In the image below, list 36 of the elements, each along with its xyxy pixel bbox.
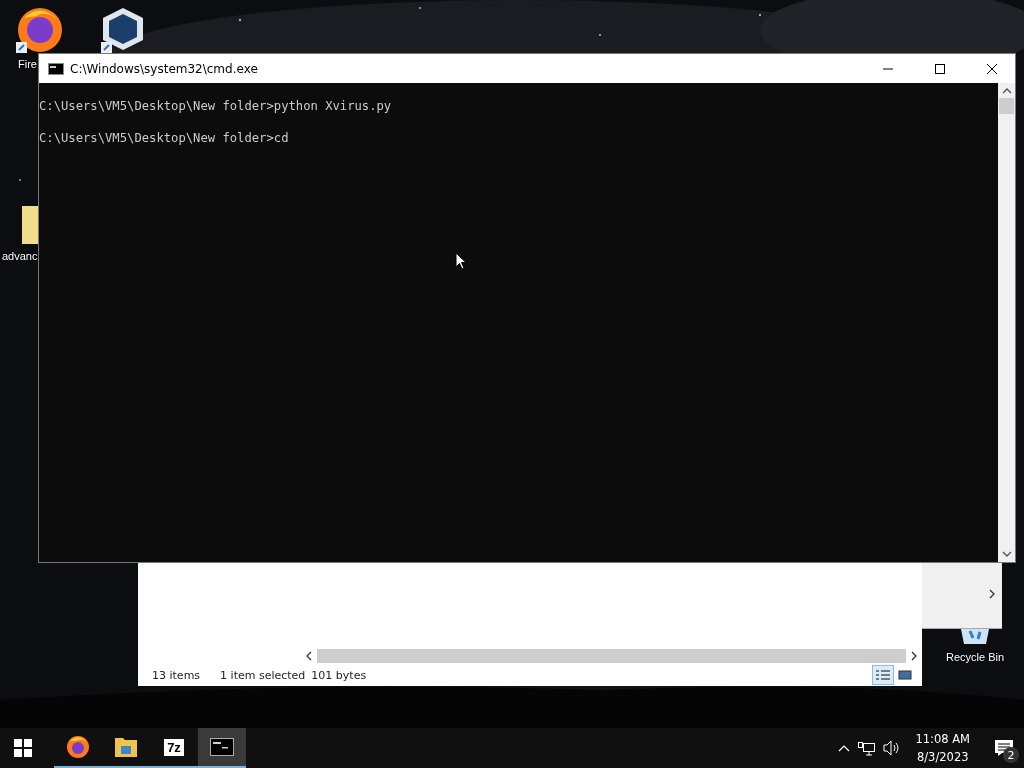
terminal-line: C:\Users\VM5\Desktop\New folder>cd [39, 131, 290, 147]
clock-date: 8/3/2023 [916, 749, 969, 766]
desktop-icon-label: Fire [18, 58, 37, 70]
scrollbar-thumb[interactable] [317, 648, 906, 663]
desktop-icon-label: advanc [2, 250, 38, 262]
terminal-icon [48, 62, 64, 75]
network-icon[interactable] [858, 740, 876, 756]
recycle-bin-icon[interactable] [958, 629, 992, 645]
notification-count-badge: 2 [1003, 747, 1019, 763]
browser-icon [66, 735, 90, 759]
details-list-icon [875, 669, 891, 681]
terminal-icon [210, 738, 234, 756]
window-title: C:\Windows\system32\cmd.exe [70, 61, 258, 76]
speaker-icon[interactable] [883, 740, 902, 756]
folder-icon [114, 736, 138, 758]
browser-shortcut-icon[interactable] [14, 6, 64, 54]
close-icon [986, 62, 998, 75]
terminal-line: C:\Users\VM5\Desktop\New folder>python Xvirus.py [39, 99, 393, 115]
image-thumbnail-icon [898, 669, 912, 681]
chevron-left-icon[interactable] [305, 650, 313, 661]
desktop-icon-label: Recycle Bin [945, 651, 1005, 663]
scrollbar-thumb[interactable] [999, 98, 1014, 114]
chevron-down-icon[interactable] [1001, 550, 1012, 558]
clock[interactable]: 11:08 AM 8/3/2023 [909, 730, 976, 766]
mouse-cursor-icon [455, 252, 467, 270]
windows-start-icon[interactable] [14, 739, 32, 757]
maximize-icon [934, 62, 946, 75]
clock-time: 11:08 AM [915, 731, 970, 748]
status-text: 101 bytes [311, 668, 367, 682]
chevron-right-icon[interactable] [988, 589, 996, 599]
chevron-right-icon[interactable] [910, 650, 918, 661]
chevron-up-icon[interactable] [1001, 87, 1012, 95]
status-text: 1 item selected [220, 668, 306, 682]
status-text: 13 items [152, 668, 201, 682]
details-view-button[interactable] [872, 665, 894, 685]
terminal-taskbar-button[interactable] [198, 728, 246, 768]
